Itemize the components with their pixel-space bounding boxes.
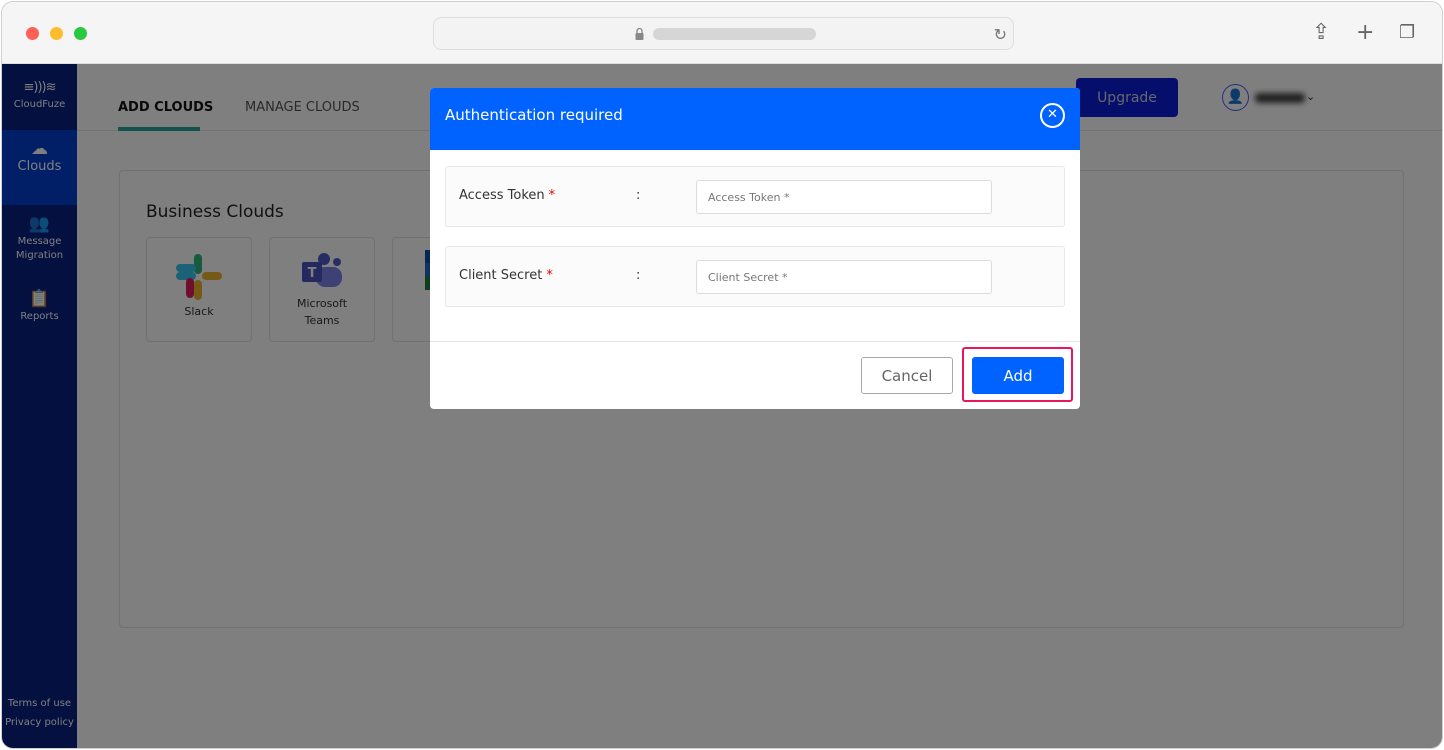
dialog-title: Authentication required	[445, 106, 623, 124]
access-token-label: Access Token *	[459, 188, 555, 203]
dialog-header: Authentication required	[430, 88, 1080, 150]
browser-toolbar: ↻ ⇪ + ❐	[2, 2, 1442, 64]
lock-icon	[635, 28, 644, 40]
plus-icon[interactable]: +	[1356, 20, 1374, 46]
add-button[interactable]: Add	[972, 357, 1064, 394]
url-text-redacted	[653, 28, 816, 40]
colon-separator: :	[636, 268, 641, 283]
authentication-dialog: Authentication required ✕ Access Token * …	[430, 88, 1080, 409]
required-marker: *	[546, 268, 553, 283]
field-label-text: Access Token	[459, 188, 545, 203]
minimize-window-button[interactable]	[50, 27, 63, 40]
share-icon[interactable]: ⇪	[1312, 20, 1330, 46]
colon-separator: :	[636, 188, 641, 203]
cancel-button[interactable]: Cancel	[861, 357, 953, 394]
address-bar[interactable]: ↻	[433, 17, 1014, 50]
client-secret-row: Client Secret * :	[445, 246, 1065, 307]
client-secret-label: Client Secret *	[459, 268, 553, 283]
access-token-row: Access Token * :	[445, 166, 1065, 227]
required-marker: *	[548, 188, 556, 203]
field-label-text: Client Secret	[459, 268, 543, 283]
tabs-icon[interactable]: ❐	[1399, 20, 1415, 46]
reload-icon[interactable]: ↻	[994, 25, 1007, 44]
maximize-window-button[interactable]	[74, 27, 87, 40]
client-secret-input[interactable]	[696, 260, 992, 294]
close-window-button[interactable]	[26, 27, 39, 40]
access-token-input[interactable]	[696, 180, 992, 214]
close-icon[interactable]: ✕	[1040, 103, 1065, 128]
dialog-footer-divider	[430, 341, 1080, 342]
